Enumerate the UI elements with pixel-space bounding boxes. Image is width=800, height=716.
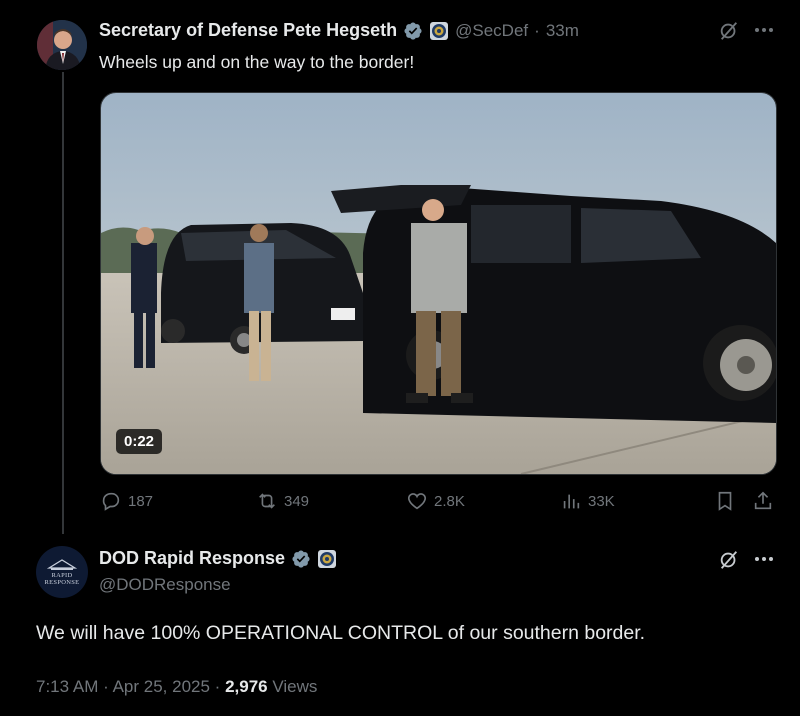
views-count: 2,976 — [225, 677, 268, 696]
views-button[interactable]: 33K — [560, 490, 615, 512]
avatar[interactable] — [37, 20, 87, 70]
tweet-header: Secretary of Defense Pete Hegseth @SecDe… — [99, 20, 579, 41]
author-name[interactable]: DOD Rapid Response — [99, 548, 285, 569]
repost-icon — [259, 493, 275, 509]
views-icon — [563, 494, 580, 509]
timestamp[interactable]: 33m — [546, 21, 579, 41]
repost-button[interactable]: 349 — [256, 490, 309, 512]
views-count: 33K — [588, 492, 615, 510]
reply-button[interactable]: 187 — [100, 490, 153, 512]
seal-icon — [317, 549, 337, 569]
views-label: Views — [272, 677, 318, 696]
author-handle[interactable]: @SecDef — [455, 21, 528, 41]
avatar-text-line1: RAPID — [51, 572, 73, 579]
like-count: 2.8K — [434, 492, 465, 510]
separator-dot: · — [534, 20, 540, 40]
grok-icon[interactable] — [718, 549, 740, 576]
like-icon — [407, 493, 427, 510]
reply-icon — [102, 492, 120, 511]
share-icon[interactable] — [752, 490, 774, 517]
tweet-meta: 7:13 AM · Apr 25, 2025 · 2,976 Views — [36, 677, 317, 697]
post-date[interactable]: Apr 25, 2025 — [113, 677, 210, 696]
author-handle[interactable]: @DODResponse — [99, 575, 231, 595]
like-button[interactable]: 2.8K — [406, 490, 465, 512]
tweet-text: We will have 100% OPERATIONAL CONTROL of… — [36, 622, 646, 644]
verified-badge-icon — [291, 549, 311, 569]
seal-icon — [429, 21, 449, 41]
repost-count: 349 — [284, 492, 310, 510]
verified-badge-icon — [403, 21, 423, 41]
reply-count: 187 — [128, 492, 154, 510]
author-name[interactable]: Secretary of Defense Pete Hegseth — [99, 20, 397, 41]
separator-dot: · — [214, 677, 221, 696]
tweet-text: Wheels up and on the way to the border! — [99, 52, 415, 72]
grok-icon[interactable] — [718, 20, 740, 47]
post-time[interactable]: 7:13 AM — [36, 677, 98, 696]
avatar-text-line2: RESPONSE — [44, 579, 80, 586]
thread-connector-line — [62, 72, 64, 534]
separator-dot: · — [103, 677, 109, 696]
more-icon[interactable] — [752, 18, 776, 48]
video-duration: 0:22 — [116, 429, 163, 454]
tweet-header: DOD Rapid Response — [99, 548, 337, 569]
video-thumbnail — [101, 93, 776, 474]
more-icon[interactable] — [752, 547, 776, 576]
video-player[interactable] — [100, 92, 777, 475]
bookmark-icon[interactable] — [714, 490, 736, 517]
pentagon-logo — [47, 559, 77, 570]
avatar[interactable]: RAPID RESPONSE — [36, 546, 88, 598]
